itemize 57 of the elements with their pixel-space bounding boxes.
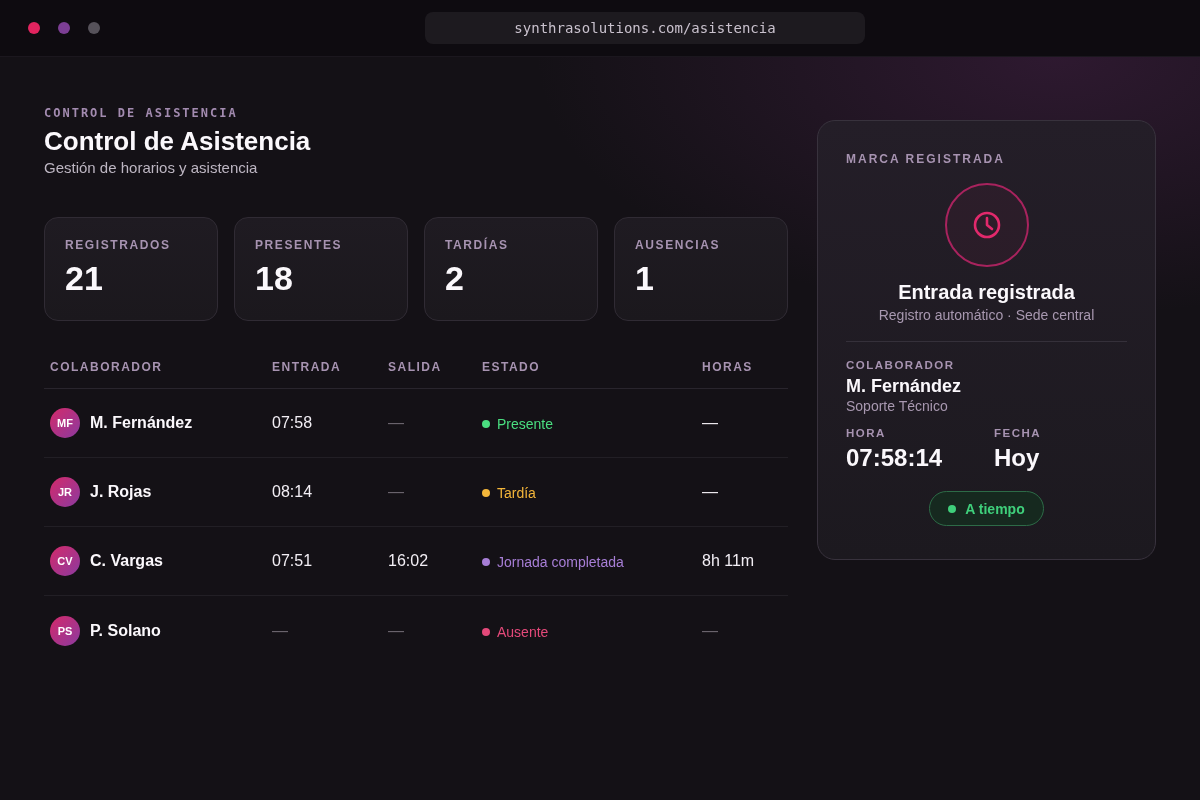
entry-time: 08:14	[272, 483, 313, 500]
column-header: SALIDA	[388, 360, 442, 374]
exit-time: —	[388, 483, 404, 500]
hours-worked: 8h 11m	[702, 552, 755, 569]
window-control-icon[interactable]	[28, 22, 40, 34]
stat-label: PRESENTES	[255, 238, 344, 252]
avatar: MF	[50, 408, 80, 438]
clock-icon	[944, 183, 1029, 267]
exit-time: —	[388, 621, 404, 639]
exit-time: 16:02	[388, 552, 429, 569]
column-header: ESTADO	[482, 360, 541, 374]
record-title: Entrada registrada	[897, 280, 1076, 304]
avatar: PS	[50, 615, 80, 646]
hours-worked: —	[702, 483, 718, 500]
window-control-icon[interactable]	[88, 22, 100, 34]
field-value: Hoy	[994, 443, 1041, 473]
window-control-icon[interactable]	[58, 22, 70, 34]
collaborator-role: Soporte Técnico	[846, 397, 949, 415]
field-value: 07:58:14	[846, 443, 944, 473]
stat-label: REGISTRADOS	[65, 238, 172, 252]
column-header: HORAS	[702, 360, 753, 374]
employee-name: P. Solano	[90, 621, 161, 640]
field-label: FECHA	[994, 426, 1043, 440]
field-label: COLABORADOR	[846, 358, 956, 372]
employee-name: C. Vargas	[90, 552, 163, 570]
stat-value: 18	[255, 258, 294, 298]
column-header: COLABORADOR	[50, 360, 163, 374]
status-label: Jornada completada	[497, 554, 624, 570]
collaborator-name: M. Fernández	[846, 375, 962, 397]
entry-time: 07:58	[272, 414, 313, 431]
avatar: CV	[50, 546, 80, 576]
field-label: HORA	[846, 426, 887, 440]
address-bar[interactable]: synthrasolutions.com/asistencia	[425, 12, 865, 44]
stat-value: 2	[445, 258, 465, 298]
hours-worked: —	[702, 414, 718, 431]
status-label: Tardía	[497, 485, 536, 501]
page-subtitle: Gestión de horarios y asistencia	[44, 158, 259, 178]
exit-time: —	[388, 414, 404, 431]
stat-label: TARDÍAS	[445, 238, 510, 252]
record-subtitle: Registro automático · Sede central	[877, 306, 1096, 324]
stat-value: 1	[635, 258, 655, 298]
card-eyebrow: MARCA REGISTRADA	[846, 152, 1006, 166]
hours-worked: —	[702, 621, 718, 639]
column-header: ENTRADA	[272, 360, 342, 374]
avatar: JR	[50, 477, 80, 507]
status-dot-icon	[948, 504, 957, 513]
stat-label: AUSENCIAS	[635, 238, 722, 252]
employee-name: M. Fernández	[90, 414, 193, 432]
badge-text: A tiempo	[965, 500, 1025, 517]
entry-time: —	[272, 621, 288, 639]
status-label: Presente	[497, 416, 554, 432]
page-eyebrow: CONTROL DE ASISTENCIA	[44, 106, 239, 120]
entry-time: 07:51	[272, 552, 313, 569]
status-label: Ausente	[497, 623, 549, 640]
stat-value: 21	[65, 258, 104, 298]
page-title: Control de Asistencia	[44, 125, 312, 157]
employee-name: J. Rojas	[90, 483, 152, 501]
